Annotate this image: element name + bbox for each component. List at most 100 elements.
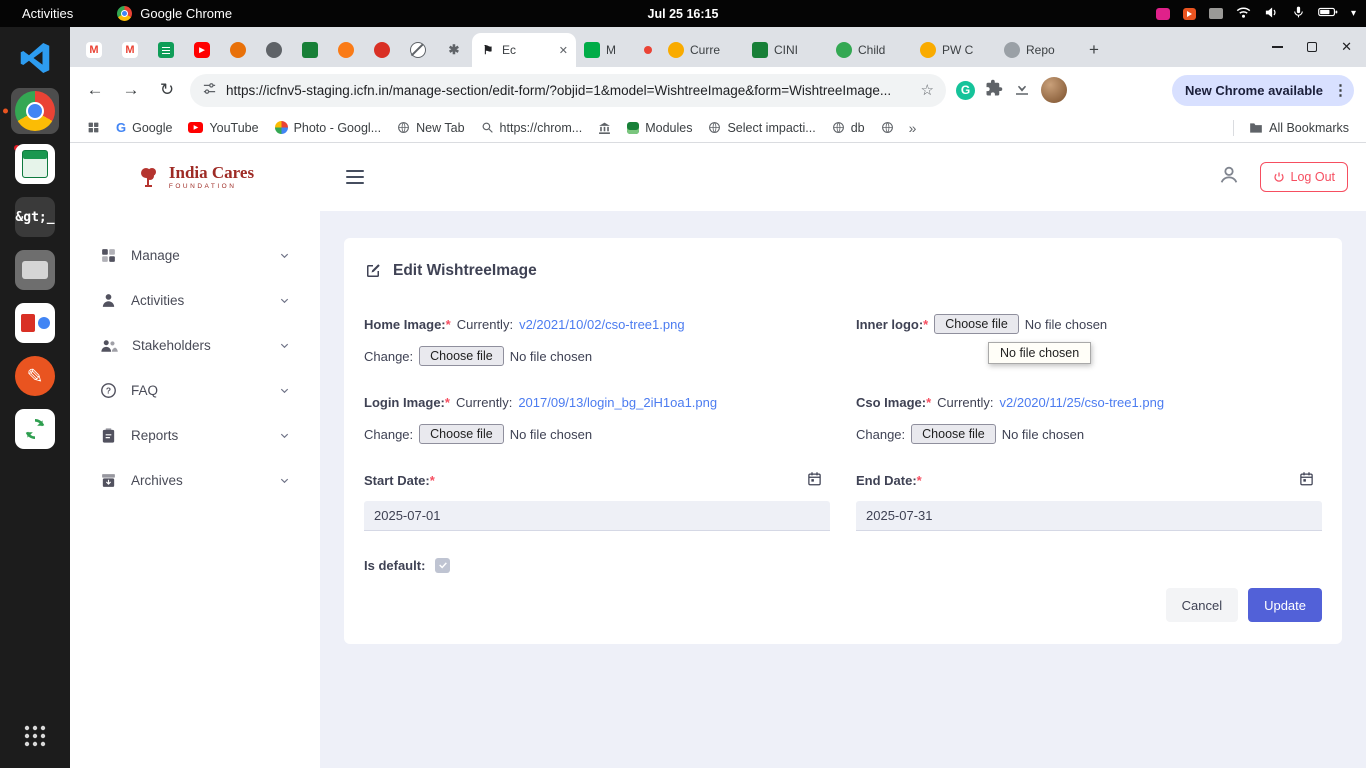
extensions-puzzle-icon[interactable] xyxy=(985,79,1003,102)
sidebar-toggle-hamburger-icon[interactable] xyxy=(346,170,364,185)
all-bookmarks-button[interactable]: All Bookmarks xyxy=(1242,118,1356,138)
downloads-icon[interactable] xyxy=(1013,79,1031,102)
bookmark-apps-grid[interactable] xyxy=(80,118,107,137)
display-indicator-icon[interactable] xyxy=(1209,8,1223,19)
browser-menu-kebab-icon[interactable]: ⋮ xyxy=(1333,81,1348,99)
screencast-indicator-icon[interactable] xyxy=(1183,8,1196,20)
cso-image-current-link[interactable]: v2/2020/11/25/cso-tree1.png xyxy=(1000,395,1165,410)
calendar-icon[interactable] xyxy=(807,471,822,489)
forward-button[interactable]: → xyxy=(118,77,144,103)
chrome-update-chip[interactable]: New Chrome available ⋮ xyxy=(1172,75,1354,106)
is-default-checkbox[interactable] xyxy=(435,558,450,573)
tab-close-icon[interactable]: ✕ xyxy=(559,44,568,57)
sidebar-item-reports[interactable]: Reports xyxy=(70,413,320,458)
bookmarks-overflow-chevron[interactable]: » xyxy=(903,120,923,136)
tab-slash[interactable] xyxy=(400,33,436,67)
tab-orange-1[interactable] xyxy=(220,33,256,67)
calendar-icon[interactable] xyxy=(1299,471,1314,489)
bookmark-star-icon[interactable]: ☆ xyxy=(921,81,934,99)
dock-utility[interactable] xyxy=(11,247,59,293)
tab-meet[interactable]: M xyxy=(576,33,660,67)
bookmark-modules[interactable]: Modules xyxy=(620,118,699,138)
flag-favicon-icon: ⚑ xyxy=(480,42,496,58)
url-text[interactable]: https://icfnv5-staging.icfn.in/manage-se… xyxy=(226,83,912,98)
logout-button[interactable]: Log Out xyxy=(1260,162,1348,192)
dock-terminal[interactable]: &gt;_ xyxy=(11,194,59,240)
tab-repo[interactable]: Repo xyxy=(996,33,1080,67)
screenshot-indicator-icon[interactable] xyxy=(1156,8,1170,20)
tab-cini[interactable]: CINI xyxy=(744,33,828,67)
tab-gmail-1[interactable]: M xyxy=(76,33,112,67)
cso-image-choose-file-button[interactable]: Choose file xyxy=(911,424,996,444)
chevron-down-icon xyxy=(279,430,290,441)
bookmark-new-tab[interactable]: New Tab xyxy=(390,118,471,138)
dock-vscode[interactable] xyxy=(11,35,59,81)
dock-libreoffice-calc[interactable] xyxy=(11,141,59,187)
show-apps-button[interactable] xyxy=(11,712,59,760)
tab-current[interactable]: Curre xyxy=(660,33,744,67)
bookmark-google[interactable]: GGoogle xyxy=(109,117,179,138)
start-date-input[interactable] xyxy=(364,501,830,531)
update-button[interactable]: Update xyxy=(1248,588,1322,622)
site-logo[interactable]: India Cares FOUNDATION xyxy=(70,164,320,190)
bookmark-chrome-url[interactable]: https://chrom... xyxy=(474,118,590,138)
site-settings-icon[interactable] xyxy=(202,81,217,99)
network-icon[interactable] xyxy=(1236,6,1251,22)
bookmark-globe[interactable] xyxy=(874,118,901,137)
green-site-icon xyxy=(752,42,768,58)
tab-youtube[interactable]: ▶ xyxy=(184,33,220,67)
chevron-down-icon xyxy=(279,340,290,351)
tab-orange-2[interactable] xyxy=(328,33,364,67)
tab-child[interactable]: Child xyxy=(828,33,912,67)
bookmark-db[interactable]: db xyxy=(825,118,872,138)
sidebar-item-stakeholders[interactable]: Stakeholders xyxy=(70,323,320,368)
volume-icon[interactable] xyxy=(1264,6,1279,22)
login-image-current-link[interactable]: 2017/09/13/login_bg_2iH1oa1.png xyxy=(518,395,717,410)
sidebar-item-archives[interactable]: Archives xyxy=(70,458,320,503)
sidebar-item-manage[interactable]: Manage xyxy=(70,233,320,278)
pen-app-icon: ✎ xyxy=(15,356,55,396)
sidebar-item-activities[interactable]: Activities xyxy=(70,278,320,323)
grammarly-extension-icon[interactable]: G xyxy=(956,81,975,100)
sidebar-item-faq[interactable]: ? FAQ xyxy=(70,368,320,413)
activities-button[interactable]: Activities xyxy=(22,6,73,21)
dock-chrome[interactable] xyxy=(11,88,59,134)
back-button[interactable]: ← xyxy=(82,77,108,103)
maximize-button[interactable] xyxy=(1307,42,1317,52)
bookmark-youtube[interactable]: ▶YouTube xyxy=(181,118,265,138)
bookmark-select-impact[interactable]: Select impacti... xyxy=(701,118,822,138)
dock-pen[interactable]: ✎ xyxy=(11,353,59,399)
dock-presentation[interactable] xyxy=(11,300,59,346)
profile-avatar[interactable] xyxy=(1041,77,1067,103)
clock[interactable]: Jul 25 16:15 xyxy=(648,7,719,21)
focused-app-menu[interactable]: Google Chrome xyxy=(117,6,232,21)
dock-recycle[interactable] xyxy=(11,406,59,452)
user-profile-icon[interactable] xyxy=(1218,164,1240,191)
home-image-choose-file-button[interactable]: Choose file xyxy=(419,346,504,366)
tab-edit-form-active[interactable]: ⚑ Ec ✕ xyxy=(472,33,576,67)
bookmark-photos[interactable]: Photo - Googl... xyxy=(268,118,389,138)
tab-sheets[interactable] xyxy=(148,33,184,67)
cancel-button[interactable]: Cancel xyxy=(1166,588,1238,622)
window-controls: ✕ xyxy=(1272,27,1352,67)
battery-icon[interactable] xyxy=(1318,6,1338,21)
tab-dark[interactable] xyxy=(256,33,292,67)
new-tab-button[interactable]: + xyxy=(1080,36,1108,64)
tab-gmail-2[interactable]: M xyxy=(112,33,148,67)
tab-red[interactable] xyxy=(364,33,400,67)
home-image-current-link[interactable]: v2/2021/10/02/cso-tree1.png xyxy=(519,317,685,332)
login-image-choose-file-button[interactable]: Choose file xyxy=(419,424,504,444)
close-window-button[interactable]: ✕ xyxy=(1341,39,1352,55)
bookmark-bank[interactable] xyxy=(591,119,618,137)
orange-site-icon xyxy=(230,42,246,58)
microphone-icon[interactable] xyxy=(1292,5,1305,22)
system-tray[interactable]: ▾ xyxy=(1156,5,1356,22)
minimize-button[interactable] xyxy=(1272,46,1283,48)
tab-gear[interactable]: ✱ xyxy=(436,33,472,67)
reload-button[interactable]: ↻ xyxy=(154,77,180,103)
end-date-input[interactable] xyxy=(856,501,1322,531)
address-bar[interactable]: https://icfnv5-staging.icfn.in/manage-se… xyxy=(190,74,946,107)
tab-green-square[interactable] xyxy=(292,33,328,67)
inner-logo-choose-file-button[interactable]: Choose file xyxy=(934,314,1019,334)
tab-pw[interactable]: PW C xyxy=(912,33,996,67)
